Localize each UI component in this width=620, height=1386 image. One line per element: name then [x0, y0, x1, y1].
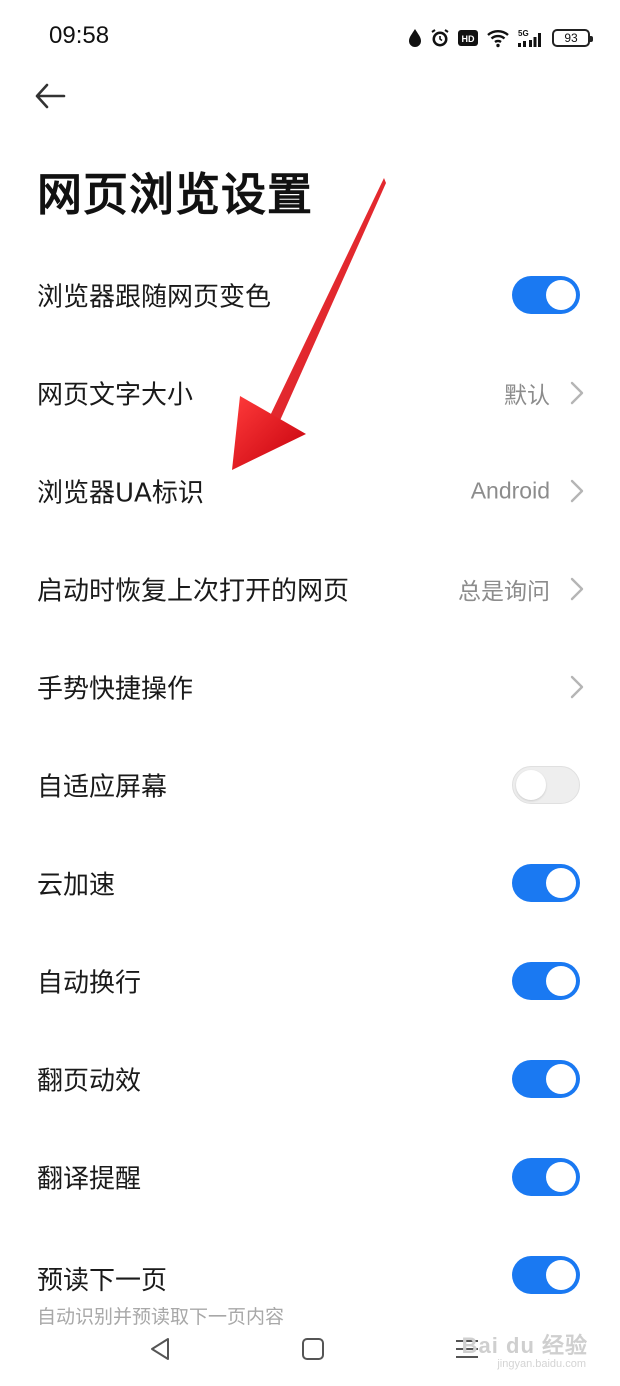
setting-font-size[interactable]: 网页文字大小 默认	[0, 344, 620, 442]
setting-label: 手势快捷操作	[37, 674, 194, 705]
toggle-knob	[546, 868, 576, 898]
square-home-icon[interactable]	[298, 1334, 328, 1364]
setting-label: 云加速	[37, 870, 116, 901]
setting-value: Android	[470, 477, 550, 504]
setting-value: 总是询问	[458, 578, 550, 604]
chevron-right-icon	[570, 577, 584, 601]
setting-label: 启动时恢复上次打开的网页	[37, 576, 350, 607]
status-icons: HD 5G 93	[408, 24, 593, 52]
setting-label: 自适应屏幕	[37, 772, 168, 803]
toggle-knob	[546, 1064, 576, 1094]
setting-label: 网页文字大小	[37, 380, 194, 411]
setting-label: 预读下一页	[37, 1266, 168, 1296]
toggle-switch[interactable]	[512, 1060, 580, 1098]
toggle-switch[interactable]	[512, 864, 580, 902]
setting-label: 浏览器UA标识	[37, 478, 204, 509]
toggle-switch[interactable]	[512, 1158, 580, 1196]
toggle-knob	[516, 770, 546, 800]
setting-adaptive-screen[interactable]: 自适应屏幕	[0, 736, 620, 834]
setting-label: 自动换行	[37, 968, 142, 999]
alarm-icon	[430, 28, 450, 48]
setting-page-animation[interactable]: 翻页动效	[0, 1030, 620, 1128]
toggle-knob	[546, 966, 576, 996]
setting-gesture-shortcuts[interactable]: 手势快捷操作	[0, 638, 620, 736]
network-label: 5G	[518, 29, 529, 38]
wifi-icon	[486, 28, 510, 48]
toggle-switch[interactable]	[512, 962, 580, 1000]
setting-cloud-acceleration[interactable]: 云加速	[0, 834, 620, 932]
hd-icon: HD	[458, 29, 478, 47]
toggle-knob	[546, 1162, 576, 1192]
setting-value: 默认	[504, 382, 550, 408]
watermark-url: jingyan.baidu.com	[497, 1358, 586, 1370]
setting-label: 浏览器跟随网页变色	[37, 282, 272, 313]
setting-ua-identifier[interactable]: 浏览器UA标识 Android	[0, 442, 620, 540]
status-bar: 09:58 HD 5G 93	[0, 0, 620, 76]
back-button[interactable]	[30, 76, 70, 116]
chevron-right-icon	[570, 675, 584, 699]
setting-restore-pages[interactable]: 启动时恢复上次打开的网页 总是询问	[0, 540, 620, 638]
triangle-back-icon[interactable]	[146, 1334, 176, 1364]
page-title: 网页浏览设置	[37, 168, 314, 221]
toggle-knob	[546, 1260, 576, 1290]
setting-browser-follow-color[interactable]: 浏览器跟随网页变色	[0, 246, 620, 344]
setting-translation-reminder[interactable]: 翻译提醒	[0, 1128, 620, 1226]
toggle-knob	[546, 280, 576, 310]
chevron-right-icon	[570, 381, 584, 405]
arrow-left-icon	[35, 83, 66, 109]
status-time: 09:58	[49, 22, 110, 49]
setting-word-wrap[interactable]: 自动换行	[0, 932, 620, 1030]
drop-icon	[408, 28, 422, 48]
battery-icon: 93	[552, 29, 593, 47]
toggle-switch[interactable]	[512, 1256, 580, 1294]
chevron-right-icon	[570, 479, 584, 503]
toggle-switch[interactable]	[512, 766, 580, 804]
watermark-logo: Bai du 经验	[461, 1333, 588, 1358]
setting-label: 翻译提醒	[37, 1164, 142, 1195]
svg-text:HD: HD	[462, 34, 475, 44]
toggle-switch[interactable]	[512, 276, 580, 314]
setting-label: 翻页动效	[37, 1066, 142, 1097]
settings-list: 浏览器跟随网页变色 网页文字大小 默认 浏览器UA标识 Android 启动时恢…	[0, 246, 620, 1328]
signal-5g-icon: 5G	[518, 28, 544, 48]
